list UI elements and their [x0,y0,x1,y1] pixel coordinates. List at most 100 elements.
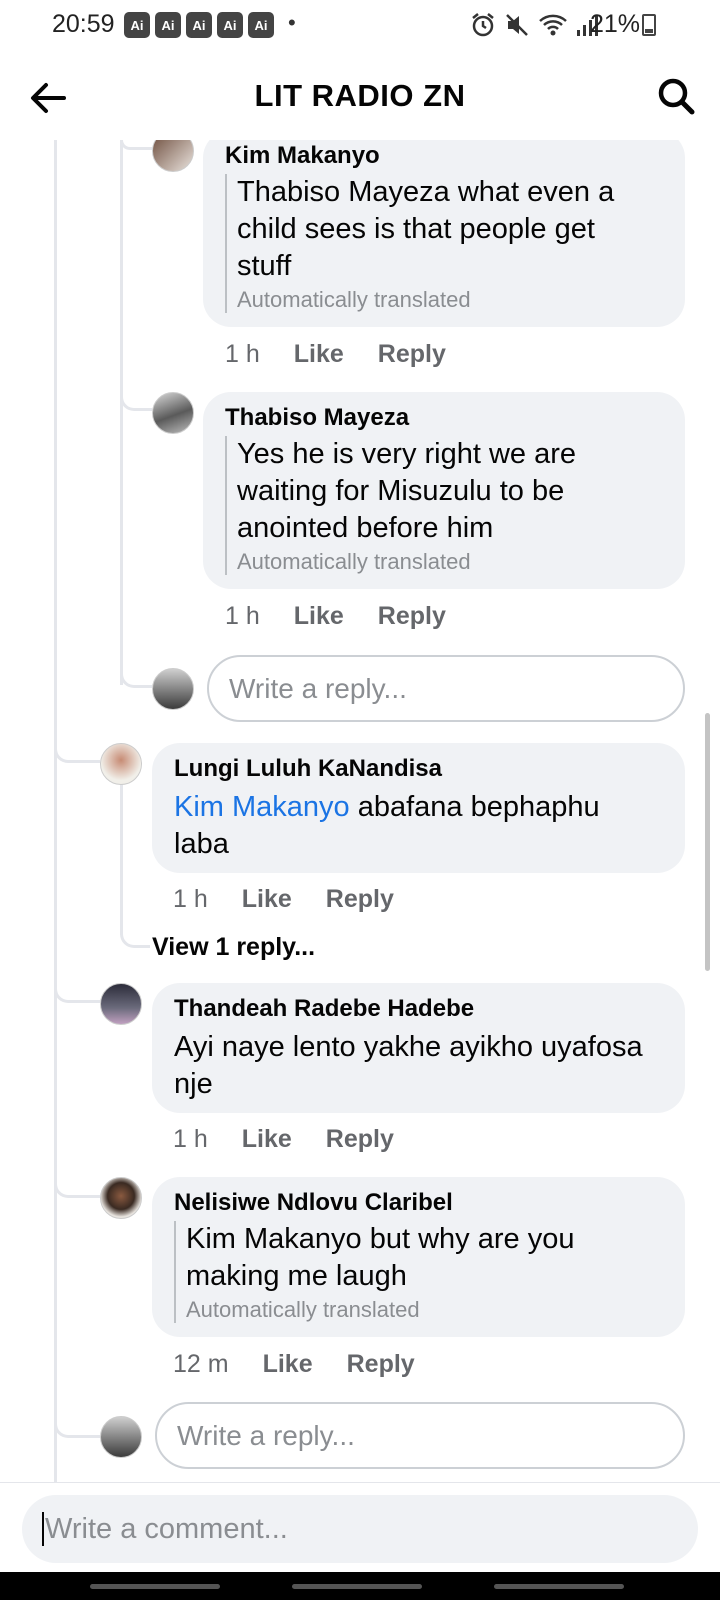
avatar[interactable] [152,140,194,172]
scrollbar[interactable] [705,713,710,971]
comment-text-line: laba [174,828,229,860]
battery-icon [642,14,656,36]
status-bar: 20:59 Ai Ai Ai Ai Ai • 21% [0,0,720,52]
system-nav-bar [0,1572,720,1600]
comment-text-rest: abafana bephaphu [349,791,600,823]
comment-bubble[interactable]: Thabiso Mayeza Yes he is very right we a… [203,392,685,589]
thread-connector [120,660,152,688]
comment-text: Kim Makanyo abafana bephaphu laba [174,789,674,863]
search-icon[interactable] [654,74,698,118]
thread-connector [120,920,150,948]
thread-line [120,780,123,935]
comment-actions: 1 h Like Reply [173,1125,394,1154]
comment-author[interactable]: Kim Makanyo [225,142,380,170]
comment-text-line: Yes he is very right we are [237,438,577,470]
comment-time: 12 m [173,1350,229,1378]
comment-text-line: Ayi naye lento yakhe ayikho uyafosa [174,1031,643,1063]
thread-connector [54,975,100,1003]
reply-button[interactable]: Reply [326,885,394,914]
like-button[interactable]: Like [294,340,344,369]
comment-text-line: Thabiso Mayeza what even a [237,176,615,208]
comment-text-line: Kim Makanyo but why are you [186,1223,575,1255]
comment-thread[interactable]: Kim Makanyo Thabiso Mayeza what even a c… [0,140,720,1482]
comment-composer-bar: Write a comment... [0,1482,720,1572]
ai-badges: Ai Ai Ai Ai Ai [124,12,274,38]
comment-time: 1 h [225,602,260,630]
comment-text-line: child sees is that people get [237,213,595,245]
comment-text-line: anointed before him [237,512,494,544]
thread-connector [120,140,152,150]
thread-line [54,140,57,1482]
status-icons [470,12,600,38]
comment-author[interactable]: Thabiso Mayeza [225,404,409,432]
alarm-icon [472,13,494,37]
avatar [152,668,194,710]
comment-bubble[interactable]: Kim Makanyo Thabiso Mayeza what even a c… [203,140,685,327]
comment-input[interactable]: Write a comment... [22,1495,698,1563]
comment-text-line: waiting for Misuzulu to be [237,475,565,507]
comment-placeholder: Write a comment... [45,1512,288,1545]
status-time: 20:59 [52,10,115,38]
text-caret [42,1512,44,1546]
thread-connector [120,385,152,411]
nav-home-button[interactable] [292,1584,422,1589]
translated-quote: Kim Makanyo but why are you making me la… [174,1221,654,1323]
comment-text-line: making me laugh [186,1260,407,1292]
thread-connector [54,1170,100,1198]
reply-button[interactable]: Reply [326,1125,394,1154]
battery-percent: 21% [590,10,641,38]
comment-author[interactable]: Thandeah Radebe Hadebe [174,995,474,1023]
translated-quote: Thabiso Mayeza what even a child sees is… [225,174,665,313]
ai-badge-icon: Ai [186,12,212,38]
like-button[interactable]: Like [294,602,344,631]
avatar[interactable] [100,983,142,1025]
avatar[interactable] [100,743,142,785]
avatar[interactable] [152,392,194,434]
comment-actions: 1 h Like Reply [225,602,446,631]
auto-translated-label[interactable]: Automatically translated [237,287,665,313]
comment-bubble[interactable]: Thandeah Radebe Hadebe Ayi naye lento ya… [152,983,685,1113]
nav-back-button[interactable] [494,1584,624,1589]
auto-translated-label[interactable]: Automatically translated [186,1297,654,1323]
view-replies-link[interactable]: View 1 reply... [152,933,315,962]
thread-line [120,140,123,685]
like-button[interactable]: Like [263,1350,313,1379]
mention-link[interactable]: Kim Makanyo [174,791,350,823]
comment-actions: 1 h Like Reply [225,340,446,369]
comment-text-line: stuff [237,250,292,282]
ai-badge-icon: Ai [217,12,243,38]
auto-translated-label[interactable]: Automatically translated [237,549,665,575]
comment-time: 1 h [173,885,208,913]
reply-button[interactable]: Reply [378,602,446,631]
avatar [100,1416,142,1458]
translated-quote: Yes he is very right we are waiting for … [225,436,665,575]
wifi-icon [539,14,567,36]
like-button[interactable]: Like [242,1125,292,1154]
comment-text-line: Kim Makanyo abafana bephaphu [174,789,674,826]
reply-button[interactable]: Reply [347,1350,415,1379]
nav-recent-button[interactable] [90,1584,220,1589]
avatar[interactable] [100,1177,142,1219]
like-button[interactable]: Like [242,885,292,914]
page-title: LIT RADIO ZN [254,78,466,113]
mute-icon [506,14,528,36]
ai-badge-icon: Ai [155,12,181,38]
ai-badge-icon: Ai [248,12,274,38]
comment-time: 1 h [173,1125,208,1153]
ai-badge-icon: Ai [124,12,150,38]
thread-connector [54,735,100,763]
comment-author[interactable]: Nelisiwe Ndlovu Claribel [174,1189,453,1217]
comment-actions: 12 m Like Reply [173,1350,415,1379]
reply-input[interactable]: Write a reply... [155,1402,685,1469]
comment-time: 1 h [225,340,260,368]
notification-dot: • [288,10,296,35]
comment-text: Ayi naye lento yakhe ayikho uyafosa nje [174,1029,679,1103]
reply-input[interactable]: Write a reply... [207,655,685,722]
comment-actions: 1 h Like Reply [173,885,394,914]
comment-bubble[interactable]: Nelisiwe Ndlovu Claribel Kim Makanyo but… [152,1177,685,1337]
app-header: LIT RADIO ZN [0,52,720,140]
comment-bubble[interactable]: Lungi Luluh KaNandisa Kim Makanyo abafan… [152,743,685,873]
thread-connector [54,1410,100,1438]
reply-button[interactable]: Reply [378,340,446,369]
comment-author[interactable]: Lungi Luluh KaNandisa [174,755,442,783]
